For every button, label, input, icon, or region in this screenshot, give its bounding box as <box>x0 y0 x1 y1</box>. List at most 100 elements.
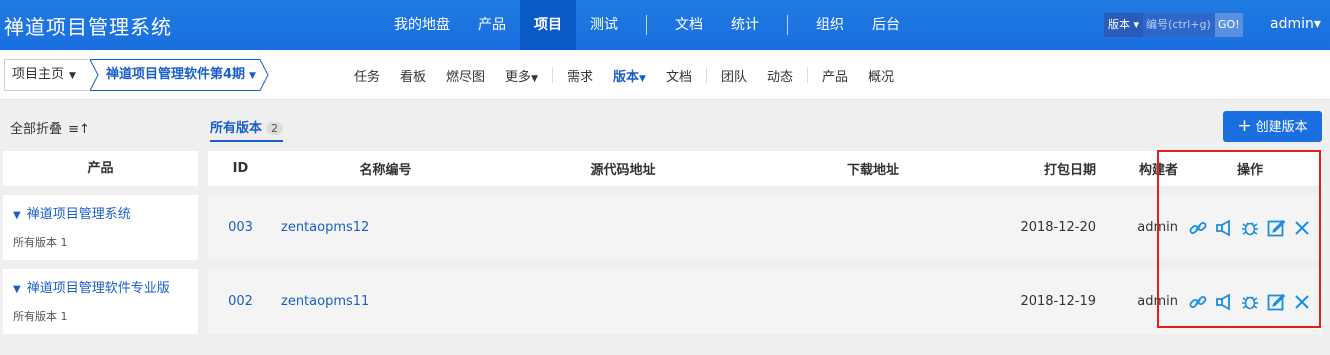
sub-nav: 项目主页 ▼ 禅道项目管理软件第4期 ▼ 任务 看板 燃尽图 更多▼ 需求 版本▼ … <box>0 50 1330 100</box>
breadcrumb-home[interactable]: 项目主页 ▼ <box>4 59 90 91</box>
triangle-down-icon: ▼ <box>13 210 21 221</box>
subnav-product[interactable]: 产品 <box>812 66 858 85</box>
edit-icon[interactable] <box>1266 218 1286 238</box>
col-header-date[interactable]: 打包日期 <box>998 159 1096 178</box>
breadcrumb-home-label: 项目主页 <box>12 67 65 82</box>
col-header-actions: 操作 <box>1236 163 1263 178</box>
release-icon[interactable] <box>1214 218 1234 238</box>
col-header-download[interactable]: 下载地址 <box>748 159 998 178</box>
subnav-overview[interactable]: 概况 <box>858 66 904 85</box>
subnav-divider <box>705 67 707 83</box>
caret-down-icon: ▼ <box>69 71 76 81</box>
subnav-divider <box>806 67 808 83</box>
row-actions <box>1178 292 1322 312</box>
build-id[interactable]: 003 <box>208 220 273 235</box>
caret-down-icon: ▾ <box>1130 18 1140 31</box>
fold-all-button[interactable]: 全部折叠 ≡↑ <box>10 118 90 137</box>
subnav-task[interactable]: 任务 <box>344 66 390 85</box>
table-row: 002 zentaopms11 2018-12-19 admin <box>208 269 1322 334</box>
search-input[interactable]: 编号(ctrl+g) <box>1143 13 1216 37</box>
link-icon[interactable] <box>1188 292 1208 312</box>
build-table: ID 名称编号 源代码地址 下载地址 打包日期 构建者 操作 003 zenta… <box>208 151 1322 334</box>
col-header-source[interactable]: 源代码地址 <box>498 159 748 178</box>
build-id[interactable]: 002 <box>208 294 273 309</box>
row-actions <box>1178 218 1322 238</box>
triangle-down-icon: ▼ <box>13 284 21 295</box>
main-nav: 我的地盘 产品 项目 测试 文档 统计 组织 后台 <box>380 0 914 50</box>
count-badge: 2 <box>266 122 284 135</box>
subnav-kanban[interactable]: 看板 <box>390 66 436 85</box>
nav-item-my[interactable]: 我的地盘 <box>380 0 464 50</box>
nav-item-product[interactable]: 产品 <box>464 0 520 50</box>
subnav-divider <box>551 67 553 83</box>
product-toggle[interactable]: ▼ 禅道项目管理系统 <box>13 203 188 222</box>
build-builder: admin <box>1137 294 1178 309</box>
app-title[interactable]: 禅道项目管理系统 <box>4 11 172 40</box>
subnav-doc[interactable]: 文档 <box>656 66 702 85</box>
tab-all-builds[interactable]: 所有版本 2 <box>210 117 284 142</box>
col-header-builder[interactable]: 构建者 <box>1096 159 1178 178</box>
create-build-label: 创建版本 <box>1255 120 1308 135</box>
search-type-label: 版本 <box>1108 18 1130 31</box>
subnav-more-label: 更多 <box>505 69 532 85</box>
nav-item-test[interactable]: 测试 <box>576 0 632 50</box>
caret-down-icon: ▾ <box>1313 16 1321 32</box>
col-header-name[interactable]: 名称编号 <box>273 159 498 178</box>
search-type-select[interactable]: 版本 ▾ <box>1104 13 1144 37</box>
product-group: ▼ 禅道项目管理软件专业版 所有版本 1 <box>3 269 198 334</box>
subnav-story[interactable]: 需求 <box>557 66 603 85</box>
subnav-burndown[interactable]: 燃尽图 <box>436 66 495 85</box>
collapse-icon: ≡↑ <box>68 122 90 137</box>
subnav-build-label: 版本 <box>613 69 640 85</box>
product-name: 禅道项目管理系统 <box>26 207 131 222</box>
bug-icon[interactable] <box>1240 218 1260 238</box>
product-group: ▼ 禅道项目管理系统 所有版本 1 <box>3 195 198 260</box>
nav-item-report[interactable]: 统计 <box>717 0 773 50</box>
table-row: 003 zentaopms12 2018-12-20 admin <box>208 195 1322 260</box>
subnav-dynamic[interactable]: 动态 <box>757 66 803 85</box>
product-name: 禅道项目管理软件专业版 <box>26 281 170 296</box>
caret-down-icon: ▼ <box>531 73 538 84</box>
subnav-more[interactable]: 更多▼ <box>495 66 548 85</box>
caret-down-icon: ▼ <box>249 71 256 81</box>
release-icon[interactable] <box>1214 292 1234 312</box>
product-panel-header: 产品 <box>3 151 198 186</box>
product-toggle[interactable]: ▼ 禅道项目管理软件专业版 <box>13 277 188 296</box>
nav-item-org[interactable]: 组织 <box>802 0 858 50</box>
delete-icon[interactable] <box>1292 292 1312 312</box>
user-menu[interactable]: admin▾ <box>1270 16 1321 32</box>
fold-all-label: 全部折叠 <box>10 122 63 137</box>
delete-icon[interactable] <box>1292 218 1312 238</box>
build-name-link[interactable]: zentaopms11 <box>273 294 498 309</box>
tab-all-builds-label: 所有版本 <box>210 121 263 136</box>
nav-item-project[interactable]: 项目 <box>520 0 576 50</box>
nav-divider <box>646 15 647 35</box>
bug-icon[interactable] <box>1240 292 1260 312</box>
build-builder: admin <box>1137 220 1178 235</box>
caret-down-icon: ▼ <box>639 73 646 84</box>
subnav-build[interactable]: 版本▼ <box>603 66 656 85</box>
project-sub-menu: 任务 看板 燃尽图 更多▼ 需求 版本▼ 文档 团队 动态 产品 概况 <box>344 50 904 100</box>
plus-icon: + <box>1237 116 1252 136</box>
breadcrumb-project[interactable]: 禅道项目管理软件第4期 ▼ <box>90 59 269 91</box>
col-header-id[interactable]: ID <box>208 161 273 176</box>
breadcrumb-project-label: 禅道项目管理软件第4期 <box>106 67 246 82</box>
search-box: 版本 ▾ 编号(ctrl+g) GO! <box>1104 13 1243 37</box>
product-panel: 产品 ▼ 禅道项目管理系统 所有版本 1 ▼ 禅道项目管理软件专业版 所有版本 1 <box>3 151 198 334</box>
top-header: 禅道项目管理系统 我的地盘 产品 项目 测试 文档 统计 组织 后台 版本 ▾ … <box>0 0 1330 50</box>
build-name-link[interactable]: zentaopms12 <box>273 220 498 235</box>
link-icon[interactable] <box>1188 218 1208 238</box>
nav-item-doc[interactable]: 文档 <box>661 0 717 50</box>
subnav-team[interactable]: 团队 <box>711 66 757 85</box>
edit-icon[interactable] <box>1266 292 1286 312</box>
nav-item-admin[interactable]: 后台 <box>858 0 914 50</box>
build-date: 2018-12-19 <box>1020 294 1096 309</box>
create-build-button[interactable]: + 创建版本 <box>1223 111 1322 142</box>
build-date: 2018-12-20 <box>1020 220 1096 235</box>
product-build-count: 所有版本 1 <box>13 236 68 249</box>
search-go-button[interactable]: GO! <box>1215 13 1243 37</box>
table-header: ID 名称编号 源代码地址 下载地址 打包日期 构建者 操作 <box>208 151 1322 186</box>
nav-divider <box>787 15 788 35</box>
product-build-count: 所有版本 1 <box>13 310 68 323</box>
user-name: admin <box>1270 16 1314 32</box>
